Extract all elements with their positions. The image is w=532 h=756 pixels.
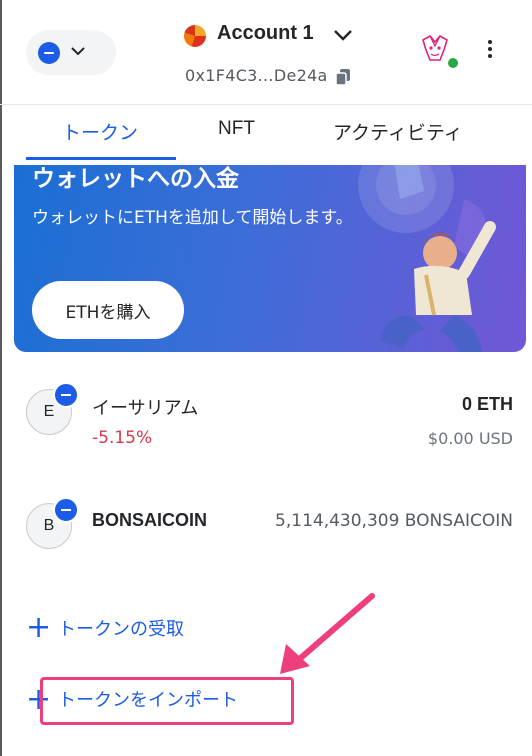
- minus-badge-icon: [53, 382, 79, 408]
- header-divider: [0, 104, 532, 105]
- account-avatar[interactable]: [184, 25, 206, 47]
- account-chevron-down-icon[interactable]: [332, 20, 354, 54]
- tab-activity[interactable]: アクティビティ: [333, 118, 463, 145]
- network-icon: [38, 42, 60, 64]
- chevron-down-icon: [70, 38, 86, 70]
- token-name-bonsaicoin[interactable]: BONSAICOIN: [92, 510, 207, 531]
- deposit-banner: ウォレットへの入金 ウォレットにETHを追加して開始します。 ETHを購入: [14, 165, 526, 352]
- highlight-box: [40, 677, 294, 725]
- token-change-eth: -5.15%: [92, 428, 153, 448]
- token-balance-bonsaicoin: 5,114,430,309 BONSAICOIN: [275, 511, 513, 531]
- account-address[interactable]: 0x1F4C3...De24a: [185, 66, 328, 85]
- token-fiat-eth: $0.00 USD: [427, 429, 513, 448]
- account-name[interactable]: Account 1: [217, 22, 314, 45]
- tab-nft[interactable]: NFT: [218, 118, 255, 140]
- receive-tokens-link[interactable]: トークンの受取: [58, 615, 184, 641]
- buy-eth-button[interactable]: ETHを購入: [32, 281, 184, 339]
- token-balance-eth: 0 ETH: [461, 394, 513, 414]
- banner-title: ウォレットへの入金: [32, 166, 239, 192]
- copy-icon[interactable]: [335, 68, 351, 86]
- minus-badge-icon: [53, 497, 79, 523]
- plus-icon[interactable]: +: [26, 613, 51, 643]
- tab-tokens[interactable]: トークン: [62, 118, 138, 145]
- connection-status-dot: [446, 56, 460, 70]
- kebab-menu-icon[interactable]: [488, 40, 492, 61]
- active-tab-underline: [26, 157, 176, 160]
- window-edge: [0, 0, 2, 756]
- token-name-eth[interactable]: イーサリアム: [92, 394, 198, 420]
- banner-illustration: [314, 165, 526, 352]
- network-selector-button[interactable]: [26, 30, 116, 75]
- pointer-arrow-icon: [270, 590, 380, 680]
